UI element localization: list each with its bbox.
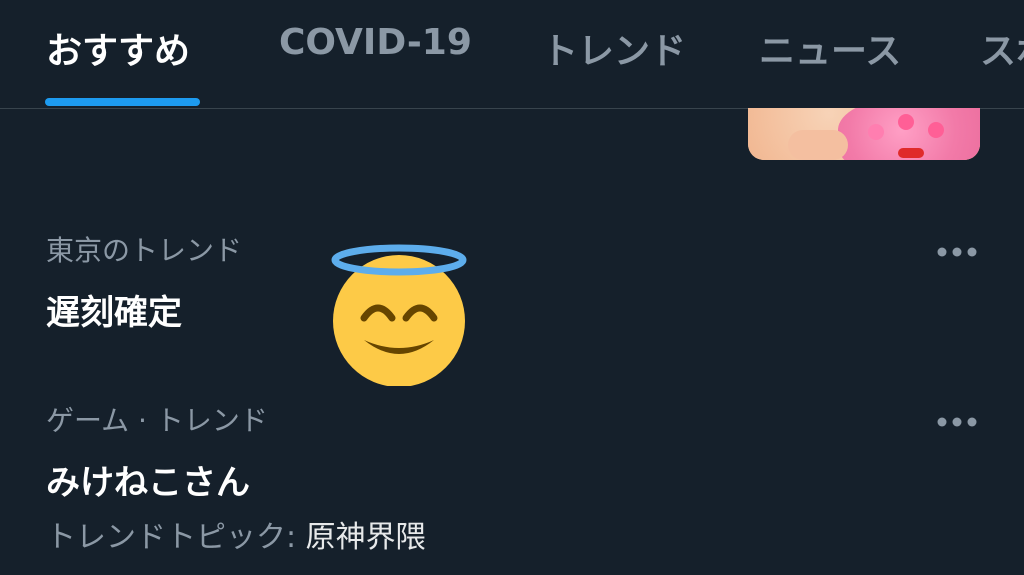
trend-context: ゲーム · トレンド xyxy=(46,404,268,437)
explore-tab-bar: おすすめ COVID-19 トレンド ニュース スポ xyxy=(0,0,1024,109)
trend-topic-line: トレンドトピック: 原神界隈 xyxy=(46,512,426,556)
news-thumbnail-image[interactable] xyxy=(748,108,980,160)
tab-covid-19[interactable]: COVID-19 xyxy=(279,22,472,74)
tab-sports[interactable]: スポ xyxy=(980,22,1024,74)
trend-topic-link[interactable]: 原神界隈 xyxy=(306,520,426,555)
tab-for-you[interactable]: おすすめ xyxy=(46,22,190,74)
trend-title: 遅刻確定 xyxy=(46,293,182,333)
tab-news[interactable]: ニュース xyxy=(759,22,901,74)
trend-title: みけねこさん xyxy=(46,463,250,503)
tab-trending[interactable]: トレンド xyxy=(542,22,686,74)
trend-item[interactable]: ゲーム · トレンド みけねこさん トレンドトピック: 原神界隈 xyxy=(0,395,1024,565)
active-tab-indicator xyxy=(45,98,200,106)
explore-page: おすすめ COVID-19 トレンド ニュース スポ 東京のトレンド 遅刻確定 … xyxy=(0,0,1024,575)
trend-context: 東京のトレンド xyxy=(46,234,243,267)
smiling-face-with-halo-emoji xyxy=(326,240,472,387)
more-horizontal-icon[interactable] xyxy=(930,409,984,435)
trend-topic-label: トレンドトピック: xyxy=(46,520,306,555)
trend-item[interactable]: 東京のトレンド 遅刻確定 xyxy=(0,225,1024,345)
more-horizontal-icon[interactable] xyxy=(930,239,984,265)
